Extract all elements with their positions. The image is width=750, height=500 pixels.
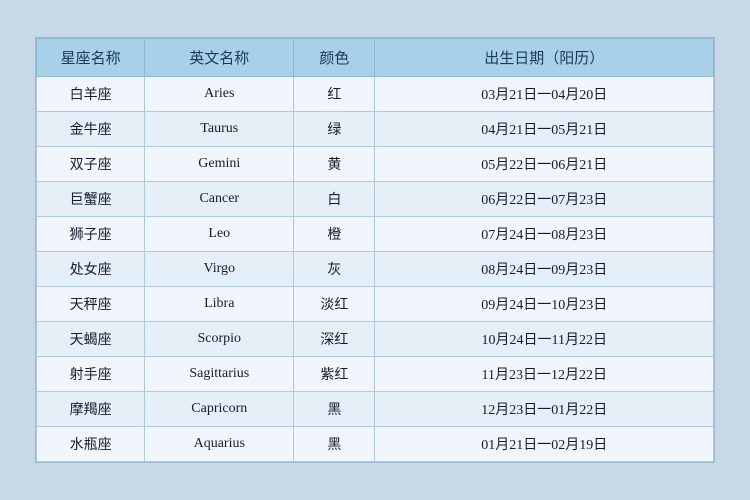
cell-zh-name: 巨蟹座 [37,182,145,217]
header-en-name: 英文名称 [145,39,294,77]
table-row: 摩羯座Capricorn黑12月23日一01月22日 [37,392,714,427]
cell-date: 09月24日一10月23日 [375,287,714,322]
cell-color: 灰 [294,252,375,287]
cell-date: 11月23日一12月22日 [375,357,714,392]
cell-zh-name: 白羊座 [37,77,145,112]
table-row: 巨蟹座Cancer白06月22日一07月23日 [37,182,714,217]
cell-color: 淡红 [294,287,375,322]
cell-zh-name: 狮子座 [37,217,145,252]
cell-zh-name: 金牛座 [37,112,145,147]
cell-en-name: Aries [145,77,294,112]
cell-zh-name: 天秤座 [37,287,145,322]
cell-date: 07月24日一08月23日 [375,217,714,252]
cell-date: 01月21日一02月19日 [375,427,714,462]
cell-date: 06月22日一07月23日 [375,182,714,217]
header-zh-name: 星座名称 [37,39,145,77]
table-row: 双子座Gemini黄05月22日一06月21日 [37,147,714,182]
table-row: 天蝎座Scorpio深红10月24日一11月22日 [37,322,714,357]
cell-color: 绿 [294,112,375,147]
cell-en-name: Aquarius [145,427,294,462]
header-date: 出生日期（阳历） [375,39,714,77]
cell-en-name: Leo [145,217,294,252]
table-body: 白羊座Aries红03月21日一04月20日金牛座Taurus绿04月21日一0… [37,77,714,462]
cell-color: 紫红 [294,357,375,392]
table-row: 射手座Sagittarius紫红11月23日一12月22日 [37,357,714,392]
cell-en-name: Scorpio [145,322,294,357]
cell-zh-name: 水瓶座 [37,427,145,462]
cell-en-name: Libra [145,287,294,322]
cell-date: 10月24日一11月22日 [375,322,714,357]
cell-color: 深红 [294,322,375,357]
cell-date: 12月23日一01月22日 [375,392,714,427]
cell-zh-name: 双子座 [37,147,145,182]
table-row: 天秤座Libra淡红09月24日一10月23日 [37,287,714,322]
cell-color: 橙 [294,217,375,252]
cell-en-name: Sagittarius [145,357,294,392]
table-row: 处女座Virgo灰08月24日一09月23日 [37,252,714,287]
cell-zh-name: 摩羯座 [37,392,145,427]
zodiac-table-container: 星座名称 英文名称 颜色 出生日期（阳历） 白羊座Aries红03月21日一04… [35,37,715,463]
cell-en-name: Capricorn [145,392,294,427]
cell-en-name: Taurus [145,112,294,147]
cell-date: 03月21日一04月20日 [375,77,714,112]
zodiac-table: 星座名称 英文名称 颜色 出生日期（阳历） 白羊座Aries红03月21日一04… [36,38,714,462]
cell-en-name: Gemini [145,147,294,182]
cell-date: 08月24日一09月23日 [375,252,714,287]
cell-zh-name: 射手座 [37,357,145,392]
cell-zh-name: 处女座 [37,252,145,287]
cell-en-name: Cancer [145,182,294,217]
table-row: 狮子座Leo橙07月24日一08月23日 [37,217,714,252]
cell-zh-name: 天蝎座 [37,322,145,357]
cell-color: 黑 [294,427,375,462]
cell-color: 红 [294,77,375,112]
table-row: 水瓶座Aquarius黑01月21日一02月19日 [37,427,714,462]
cell-color: 黄 [294,147,375,182]
table-row: 白羊座Aries红03月21日一04月20日 [37,77,714,112]
cell-date: 05月22日一06月21日 [375,147,714,182]
cell-color: 黑 [294,392,375,427]
header-color: 颜色 [294,39,375,77]
cell-date: 04月21日一05月21日 [375,112,714,147]
cell-en-name: Virgo [145,252,294,287]
table-header-row: 星座名称 英文名称 颜色 出生日期（阳历） [37,39,714,77]
table-row: 金牛座Taurus绿04月21日一05月21日 [37,112,714,147]
cell-color: 白 [294,182,375,217]
